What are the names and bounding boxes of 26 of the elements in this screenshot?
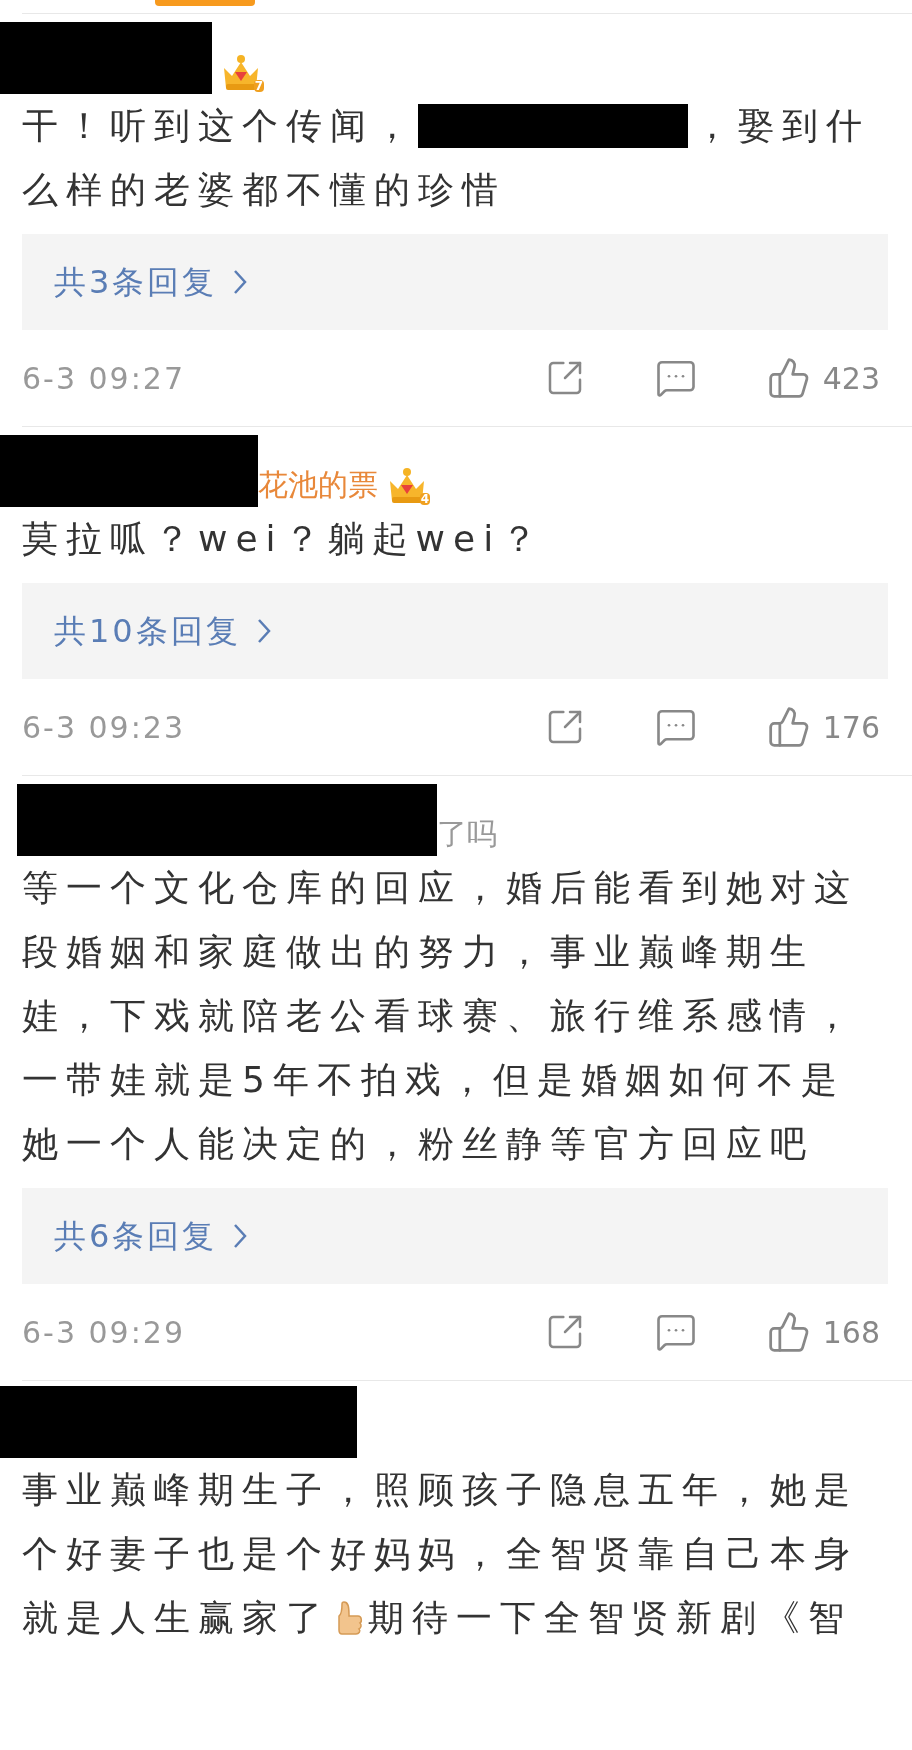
comment-text: 个好妻子也是个好妈妈，全智贤靠自己本身 — [22, 1532, 858, 1576]
replies-button[interactable]: 共3条回复 — [22, 234, 888, 330]
comment-time: 6-3 09:27 — [22, 359, 185, 398]
username[interactable]: 了吗 — [437, 814, 497, 854]
replies-button[interactable]: 共10条回复 — [22, 583, 888, 679]
chevron-right-icon — [256, 618, 271, 644]
username[interactable]: 花池的票 — [258, 465, 378, 505]
thumbs-up-icon — [766, 356, 811, 400]
comment-text: 就是人生赢家了 — [22, 1596, 330, 1640]
comment-text: 莫拉呱？wei？躺起wei？ — [22, 517, 547, 561]
comment-text: ，娶到什 — [694, 104, 870, 148]
comment-text: 等一个文化仓库的回应，婚后能看到她对这段婚姻和家庭做出的努力，事业巅峰期生娃，下戏就陪老公看球赛、旅行维系感情，一带娃就是5年不拍戏，但是婚姻如何不是她一个人能决定的，粉丝静等官方回应吧 — [22, 866, 859, 1166]
comment-text: 干！听到这个传闻， — [22, 104, 418, 148]
comment-text: 么样的老婆都不懂的珍惜 — [22, 168, 506, 212]
replies-button[interactable]: 共6条回复 — [22, 1188, 888, 1284]
comment-text: 事业巅峰期生子，照顾孩子隐息五年，她是 — [22, 1468, 858, 1512]
like-button[interactable]: 176 — [766, 704, 880, 750]
chevron-right-icon — [233, 269, 248, 295]
thumbs-up-icon — [766, 1310, 811, 1354]
like-button[interactable]: 423 — [766, 355, 880, 401]
comment-time: 6-3 09:29 — [22, 1313, 185, 1352]
comment-text: 期待一下全智贤新剧《智 — [368, 1596, 852, 1640]
like-button[interactable]: 168 — [766, 1309, 880, 1355]
chevron-right-icon — [233, 1223, 248, 1249]
thumbs-up-icon — [766, 705, 811, 749]
comment-time: 6-3 09:23 — [22, 708, 185, 747]
